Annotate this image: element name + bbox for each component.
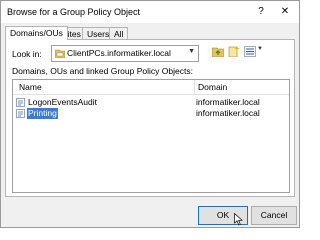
title-bar[interactable]: Browse for a Group Policy Object ? ✕ <box>1 1 299 23</box>
cancel-button[interactable]: Cancel <box>251 206 297 225</box>
tab-domains-ous[interactable]: Domains/OUs <box>5 26 68 40</box>
chevron-down-icon[interactable]: ▼ <box>188 48 195 55</box>
tab-panel: Look in: ClientPCs.informatiker.local ▼ <box>5 39 295 197</box>
gpo-icon <box>16 109 25 120</box>
look-in-label: Look in: <box>12 49 42 59</box>
look-in-combo[interactable]: ClientPCs.informatiker.local ▼ <box>51 45 199 62</box>
row-name: Printing <box>27 108 58 119</box>
list-row[interactable]: LogonEventsAudit informatiker.local <box>13 97 289 108</box>
column-domain-header[interactable]: Domain <box>198 82 227 92</box>
list-caption: Domains, OUs and linked Group Policy Obj… <box>12 66 193 76</box>
gpo-list[interactable]: Name Domain LogonEventsAudit informatike… <box>12 79 290 193</box>
close-button[interactable]: ✕ <box>277 4 293 20</box>
ou-folder-icon <box>54 49 66 60</box>
row-domain: informatiker.local <box>196 97 260 107</box>
row-domain: informatiker.local <box>196 108 260 118</box>
list-header: Name Domain <box>13 80 289 95</box>
column-divider[interactable] <box>194 80 195 94</box>
browse-gpo-dialog: Browse for a Group Policy Object ? ✕ Dom… <box>0 0 300 228</box>
new-gpo-icon[interactable] <box>228 46 240 59</box>
view-dropdown-icon[interactable]: ▼ <box>257 46 263 52</box>
window-title: Browse for a Group Policy Object <box>7 7 141 17</box>
view-list-icon[interactable] <box>244 46 256 59</box>
list-row-selected[interactable]: Printing informatiker.local <box>13 108 289 119</box>
look-in-value: ClientPCs.informatiker.local <box>67 48 171 58</box>
help-button[interactable]: ? <box>253 4 269 20</box>
column-name-header[interactable]: Name <box>19 82 42 92</box>
mouse-pointer-icon <box>234 212 243 228</box>
up-folder-icon[interactable] <box>211 46 225 59</box>
row-name: LogonEventsAudit <box>28 97 97 107</box>
